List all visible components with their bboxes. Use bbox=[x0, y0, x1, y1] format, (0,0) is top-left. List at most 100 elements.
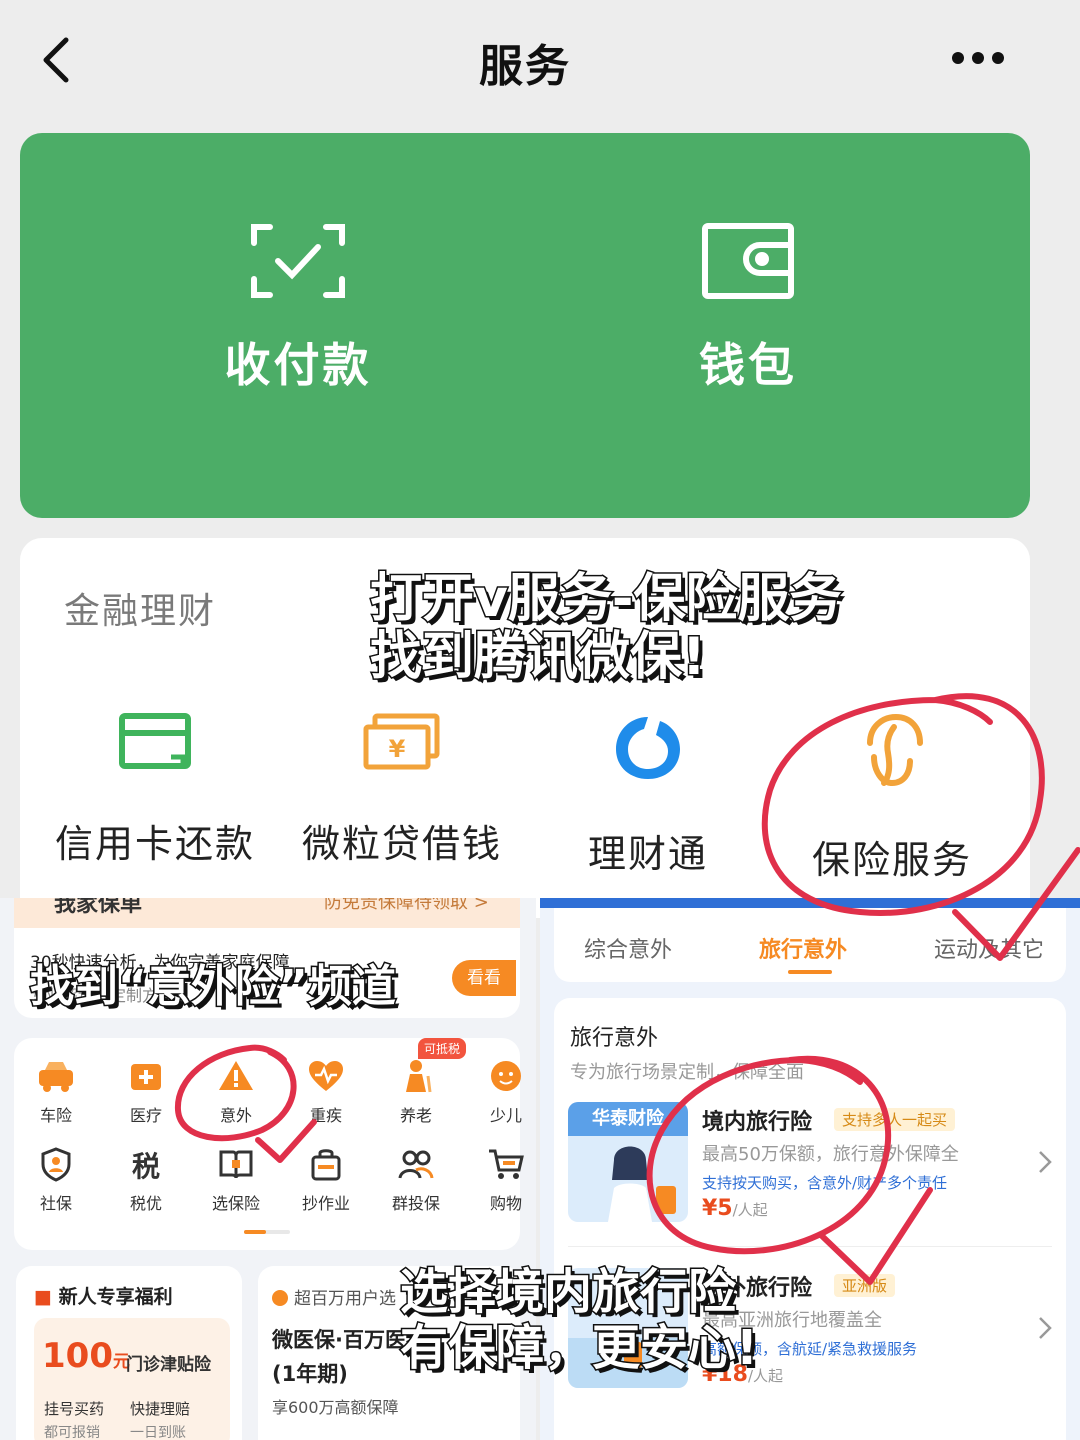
chevron-right-icon bbox=[1039, 1317, 1052, 1339]
caption-choose-domestic-line1: 选择境内旅行险 bbox=[399, 1263, 738, 1322]
warning-icon bbox=[219, 1061, 253, 1090]
tax-deductible-badge: 可抵税 bbox=[418, 1038, 467, 1059]
page-title: 服务 bbox=[479, 41, 571, 92]
group-icon bbox=[398, 1150, 434, 1179]
banner-view-button[interactable]: 看看 bbox=[452, 960, 516, 996]
top-accent-line bbox=[540, 898, 1080, 908]
pay-receive-label: 收付款 bbox=[224, 338, 372, 392]
category-choose-insurance[interactable]: 选保险 bbox=[196, 1146, 276, 1214]
category-critical-illness[interactable]: 重疾 bbox=[286, 1058, 366, 1126]
category-social-security[interactable]: 社保 bbox=[16, 1146, 96, 1214]
insurance-umbrella-icon bbox=[867, 713, 923, 787]
tab-general-accident[interactable]: 综合意外 bbox=[584, 932, 672, 964]
caption-open-insurance-line2: 找到腾讯微保! bbox=[368, 627, 707, 688]
category-medical-label: 医疗 bbox=[129, 1106, 162, 1125]
category-critical-illness-label: 重疾 bbox=[309, 1106, 342, 1125]
product-term: (1年期) bbox=[272, 1362, 348, 1386]
category-group-insure-label: 群投保 bbox=[391, 1194, 440, 1213]
newbie-feature-2-sub: 一日到账 bbox=[130, 1425, 186, 1440]
banner-header: 我家保单 防免责保障待领取 > bbox=[14, 898, 520, 928]
credit-card-repay-label: 信用卡还款 bbox=[54, 822, 255, 866]
banner-header-title: 我家保单 bbox=[54, 898, 143, 917]
elderly-icon bbox=[406, 1060, 432, 1093]
category-copy-homework[interactable]: 抄作业 bbox=[286, 1146, 366, 1214]
tab-sports-other[interactable]: 运动及其它 bbox=[934, 932, 1044, 964]
caption-choose-domestic: 选择境内旅行险 有保障，更安心! bbox=[399, 1263, 760, 1378]
product-desc: 享600万高额保障 bbox=[272, 1398, 399, 1417]
product-tag-text: 超百万用户选 bbox=[294, 1289, 396, 1309]
book-icon bbox=[219, 1150, 253, 1179]
caption-open-insurance: 打开v服务-保险服务 找到腾讯微保! bbox=[368, 569, 842, 688]
category-shopping[interactable]: 购物 bbox=[466, 1146, 536, 1214]
newbie-offer: 100元 门诊津贴险 挂号买药 快捷理赔 都可报销 一日到账 bbox=[34, 1318, 230, 1440]
top-bar: 服务 bbox=[0, 0, 1050, 120]
newbie-title-text: 新人专享福利 bbox=[58, 1286, 173, 1308]
category-copy-homework-label: 抄作业 bbox=[301, 1194, 350, 1213]
cash-icon: ¥ bbox=[363, 713, 440, 770]
chevron-right-icon bbox=[1039, 1151, 1052, 1173]
insurance-service-label: 保险服务 bbox=[811, 838, 972, 882]
product-price: ¥5/人起 bbox=[702, 1196, 768, 1221]
product-tag: 亚洲版 bbox=[834, 1274, 896, 1297]
category-grid: 可抵税 车险 医疗 意外 重疾 养老 少儿 社保 税 税优 选保险 抄作业 群投… bbox=[14, 1038, 524, 1250]
category-accident[interactable]: 意外 bbox=[196, 1058, 276, 1126]
category-medical[interactable]: 医疗 bbox=[106, 1058, 186, 1126]
insurance-service-entry[interactable]: 保险服务 bbox=[772, 713, 1012, 884]
banner-header-link[interactable]: 防免责保障待领取 > bbox=[324, 898, 489, 914]
gift-icon: ■ bbox=[34, 1286, 52, 1308]
tax-icon: 税 bbox=[132, 1150, 160, 1182]
category-tax-benefit[interactable]: 税 税优 bbox=[106, 1146, 186, 1214]
product-name: 境内旅行险 bbox=[702, 1110, 813, 1135]
accident-tabs: 综合意外 旅行意外 运动及其它 bbox=[554, 908, 1066, 982]
price-unit: /人起 bbox=[732, 1201, 768, 1219]
newbie-amount-value: 100 bbox=[42, 1336, 113, 1376]
wallet-label: 钱包 bbox=[699, 338, 797, 392]
price-value: ¥5 bbox=[702, 1196, 733, 1221]
child-icon bbox=[491, 1061, 521, 1091]
scan-pay-icon bbox=[251, 224, 345, 298]
newbie-amount: 100元 bbox=[42, 1336, 130, 1376]
category-pension[interactable]: 养老 bbox=[376, 1058, 456, 1126]
flame-icon bbox=[272, 1290, 288, 1306]
finance-section-title: 金融理财 bbox=[64, 591, 217, 632]
category-shopping-label: 购物 bbox=[489, 1194, 522, 1213]
product-tag: 超百万用户选 bbox=[272, 1284, 396, 1309]
weilidai-label: 微粒贷借钱 bbox=[301, 822, 502, 866]
newbie-benefit-card[interactable]: ■ 新人专享福利 100元 门诊津贴险 挂号买药 快捷理赔 都可报销 一日到账 bbox=[16, 1266, 242, 1440]
wallet-entry[interactable]: 钱包 bbox=[638, 223, 858, 395]
wallet-icon bbox=[702, 223, 794, 299]
category-car-label: 车险 bbox=[39, 1106, 72, 1125]
category-tax-benefit-label: 税优 bbox=[129, 1194, 162, 1213]
category-children-label: 少儿 bbox=[489, 1106, 522, 1125]
shield-person-icon bbox=[41, 1147, 71, 1182]
payment-wallet-card: 收付款 钱包 bbox=[20, 133, 1030, 518]
caption-choose-domestic-line2: 有保障，更安心! bbox=[399, 1319, 760, 1378]
credit-card-repay-entry[interactable]: 信用卡还款 bbox=[35, 713, 275, 868]
cart-icon bbox=[489, 1149, 524, 1179]
product-highlight: 最高50万保额，旅行意外保障全 bbox=[702, 1144, 959, 1165]
tab-travel-accident[interactable]: 旅行意外 bbox=[759, 932, 847, 964]
category-choose-insurance-label: 选保险 bbox=[211, 1194, 260, 1213]
heart-pulse-icon bbox=[309, 1061, 343, 1091]
credit-card-icon bbox=[119, 713, 191, 769]
pay-receive-entry[interactable]: 收付款 bbox=[188, 223, 408, 395]
divider bbox=[568, 1246, 1052, 1247]
category-children[interactable]: 少儿 bbox=[466, 1058, 536, 1126]
category-pension-label: 养老 bbox=[399, 1106, 432, 1125]
newbie-title: ■ 新人专享福利 bbox=[34, 1282, 173, 1309]
grid-page-indicator bbox=[244, 1230, 290, 1234]
product-tag: 支持多人一起买 bbox=[834, 1108, 956, 1131]
weilidai-entry[interactable]: ¥ 微粒贷借钱 bbox=[282, 713, 522, 868]
category-car[interactable]: 车险 bbox=[16, 1058, 96, 1126]
licaitong-icon bbox=[616, 717, 680, 779]
product-features: 支持按天购买，含意外/财产多个责任 bbox=[702, 1174, 948, 1192]
category-group-insure[interactable]: 群投保 bbox=[376, 1146, 456, 1214]
medical-kit-icon bbox=[131, 1064, 161, 1090]
more-options-icon[interactable] bbox=[950, 50, 1006, 66]
bag-icon bbox=[311, 1149, 341, 1181]
licaitong-entry[interactable]: 理财通 bbox=[528, 713, 768, 878]
newbie-feature-1-sub: 都可报销 bbox=[44, 1425, 100, 1440]
product-domestic-travel[interactable]: 华泰财险 境内旅行险 支持多人一起买 最高50万保额，旅行意外保障全 支持按天购… bbox=[568, 1102, 1058, 1232]
category-accident-label: 意外 bbox=[219, 1106, 252, 1125]
caption-accident-channel: 找到“意外险”频道 bbox=[29, 960, 398, 1014]
